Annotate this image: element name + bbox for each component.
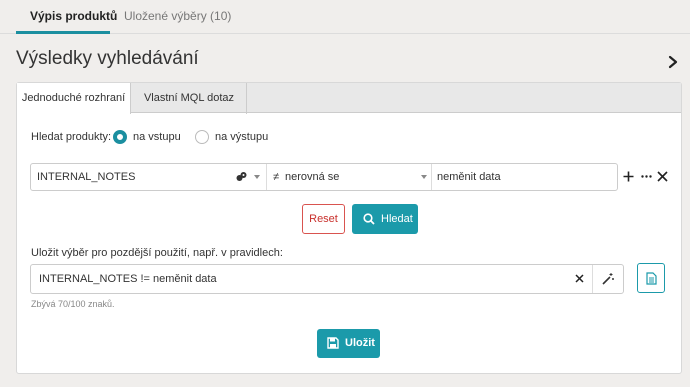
radio-output[interactable] xyxy=(195,130,209,144)
more-icon[interactable] xyxy=(641,175,652,178)
top-tab-bar: Výpis produktů Uložené výběry (10) xyxy=(0,0,690,34)
tab-custom-mql-query[interactable]: Vlastní MQL dotaz xyxy=(132,83,247,114)
search-button[interactable]: Hledat xyxy=(352,204,418,234)
operator-symbol: ≠ xyxy=(273,171,280,183)
filter-row: INTERNAL_NOTES ≠ nerovná se neměnit data xyxy=(30,163,618,191)
search-button-label: Hledat xyxy=(381,213,413,225)
operator-dropdown-caret[interactable] xyxy=(421,175,427,179)
clear-icon[interactable] xyxy=(575,274,584,283)
save-selection-label: Uložit výběr pro pozdější použití, např.… xyxy=(31,247,283,259)
active-tab-indicator xyxy=(16,31,110,34)
close-icon[interactable] xyxy=(657,171,668,182)
filter-field-select[interactable]: INTERNAL_NOTES xyxy=(37,171,135,183)
page-title: Výsledky vyhledávání xyxy=(16,48,199,69)
search-panel: Jednoduché rozhraní Vlastní MQL dotaz Hl… xyxy=(16,82,682,374)
plus-icon[interactable] xyxy=(623,171,634,182)
filter-type-icon[interactable] xyxy=(236,171,247,182)
operator-select[interactable]: nerovná se xyxy=(285,171,339,183)
divider xyxy=(431,164,432,190)
save-button[interactable]: Uložit xyxy=(317,329,380,358)
floppy-disk-icon xyxy=(327,337,339,349)
divider xyxy=(592,265,593,293)
search-for-label: Hledat produkty: xyxy=(31,131,112,143)
chevron-right-icon[interactable] xyxy=(667,55,679,69)
interface-tab-strip: Jednoduché rozhraní Vlastní MQL dotaz xyxy=(17,83,681,114)
tab-product-list[interactable]: Výpis produktů xyxy=(30,9,117,23)
save-button-label: Uložit xyxy=(345,337,375,349)
magic-wand-icon[interactable] xyxy=(601,272,615,286)
save-selection-input[interactable]: INTERNAL_NOTES != neměnit data xyxy=(39,273,217,285)
character-count-hint: Zbývá 70/100 znaků. xyxy=(31,299,115,309)
document-button[interactable] xyxy=(637,263,665,293)
tab-simple-interface[interactable]: Jednoduché rozhraní xyxy=(17,83,131,114)
radio-input-label[interactable]: na vstupu xyxy=(133,131,181,143)
radio-output-label[interactable]: na výstupu xyxy=(215,131,268,143)
search-icon xyxy=(363,213,375,225)
tab-saved-selections[interactable]: Uložené výběry (10) xyxy=(124,9,231,23)
divider xyxy=(266,164,267,190)
field-dropdown-caret[interactable] xyxy=(254,175,260,179)
filter-value-input[interactable]: neměnit data xyxy=(437,171,501,183)
reset-button[interactable]: Reset xyxy=(302,204,345,234)
radio-input[interactable] xyxy=(113,130,127,144)
save-selection-field: INTERNAL_NOTES != neměnit data xyxy=(30,264,624,294)
document-icon xyxy=(646,272,657,285)
